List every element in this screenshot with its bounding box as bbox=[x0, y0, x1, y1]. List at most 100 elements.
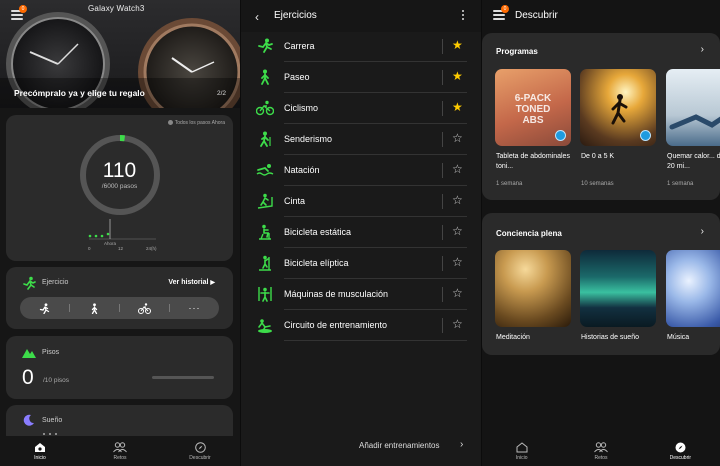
meditation-thumbnail[interactable] bbox=[495, 250, 571, 327]
program-duration: 1 semana bbox=[667, 181, 694, 187]
star-outline-icon[interactable]: ☆ bbox=[452, 255, 463, 269]
thumbnail-overlay-text: 6-PACK TONED ABS bbox=[514, 93, 552, 126]
history-link[interactable]: Ver historial ▶ bbox=[168, 279, 215, 286]
exercise-row[interactable]: Cinta ☆ bbox=[241, 186, 481, 217]
star-outline-icon[interactable]: ☆ bbox=[452, 317, 463, 331]
chevron-right-icon[interactable]: › bbox=[701, 226, 704, 237]
home-icon bbox=[516, 441, 528, 452]
music-thumbnail[interactable] bbox=[666, 250, 720, 327]
treadmill-icon bbox=[257, 193, 273, 209]
exercise-label: Bicicleta estática bbox=[284, 227, 352, 237]
exercise-label: Ciclismo bbox=[284, 103, 319, 113]
star-outline-icon[interactable]: ☆ bbox=[452, 162, 463, 176]
nav-challenges[interactable]: Retos bbox=[561, 436, 640, 466]
steps-value: 110 bbox=[102, 159, 137, 182]
exercise-label: Natación bbox=[284, 165, 320, 175]
chevron-right-icon[interactable]: › bbox=[701, 44, 704, 55]
steps-card[interactable]: Todos los pasos Ahora 110 /6000 pasos Ah… bbox=[6, 115, 233, 261]
workout-silhouette-icon bbox=[669, 114, 720, 130]
more-icon[interactable]: ··· bbox=[170, 297, 219, 319]
exercise-card[interactable]: Ejercicio Ver historial ▶ ··· bbox=[6, 267, 233, 329]
program-caption: De 0 a 5 K bbox=[581, 153, 615, 160]
nav-home[interactable]: Inicio bbox=[482, 436, 561, 466]
steps-goal: /6000 pasos bbox=[101, 183, 138, 190]
people-icon bbox=[594, 441, 608, 452]
floors-card[interactable]: Pisos 0 /10 pisos bbox=[6, 336, 233, 399]
exercise-row[interactable]: Circuito de entrenamiento ☆ bbox=[241, 310, 481, 341]
brand-label: Galaxy Watch3 bbox=[88, 4, 145, 13]
nav-discover[interactable]: Descubrir bbox=[641, 436, 720, 466]
row-divider bbox=[442, 132, 443, 147]
star-filled-icon[interactable]: ★ bbox=[452, 100, 463, 114]
mindfulness-title: Conciencia plena bbox=[496, 229, 562, 238]
exercise-row[interactable]: Natación ☆ bbox=[241, 155, 481, 186]
mindfulness-caption: Meditación bbox=[496, 334, 530, 341]
program-burn-thumbnail[interactable] bbox=[666, 69, 720, 146]
exercises-header: ‹ Ejercicios bbox=[241, 0, 481, 32]
exercise-list: Carrera ★ Paseo ★ Ciclismo ★ Senderismo ☆ Nataci… bbox=[241, 31, 481, 341]
program-abs-thumbnail[interactable]: 6-PACK TONED ABS bbox=[495, 69, 571, 146]
people-icon bbox=[113, 441, 127, 452]
mindfulness-section: Conciencia plena › Meditación Historias … bbox=[482, 213, 720, 355]
exercise-label: Cinta bbox=[284, 196, 306, 206]
bottom-nav: Inicio Retos Descubrir bbox=[482, 436, 720, 466]
running-icon bbox=[23, 276, 36, 290]
mindfulness-caption: Historias de sueño bbox=[581, 334, 639, 341]
nav-challenges[interactable]: Retos bbox=[80, 436, 160, 466]
walking-icon bbox=[261, 69, 269, 85]
star-outline-icon[interactable]: ☆ bbox=[452, 131, 463, 145]
programs-title: Programas bbox=[496, 47, 538, 56]
play-badge-icon bbox=[640, 130, 651, 141]
exercise-label: Máquinas de musculación bbox=[284, 289, 389, 299]
weight-machine-icon bbox=[258, 287, 272, 302]
exercise-row[interactable]: Carrera ★ bbox=[241, 31, 481, 62]
nav-discover[interactable]: Descubrir bbox=[160, 436, 240, 466]
floors-value: 0 bbox=[22, 366, 34, 389]
quick-exercise-bar: ··· bbox=[20, 297, 219, 319]
add-workouts-link[interactable]: Añadir entrenamientos bbox=[359, 441, 440, 450]
mindfulness-caption: Música bbox=[667, 334, 690, 341]
exercise-row[interactable]: Paseo ★ bbox=[241, 62, 481, 93]
chevron-right-icon: › bbox=[460, 439, 464, 450]
exercise-row[interactable]: Bicicleta estática ☆ bbox=[241, 217, 481, 248]
notification-badge: 0 bbox=[501, 5, 509, 13]
quick-running-button[interactable] bbox=[20, 297, 69, 319]
play-arrow-icon: ▶ bbox=[210, 280, 215, 286]
exercise-row[interactable]: Bicicleta elíptica ☆ bbox=[241, 248, 481, 279]
swimming-icon bbox=[256, 164, 274, 176]
nav-home[interactable]: Inicio bbox=[0, 436, 80, 466]
program-5k-thumbnail[interactable] bbox=[580, 69, 656, 146]
exercise-label: Circuito de entrenamiento bbox=[284, 320, 388, 330]
promo-banner[interactable]: 0 Galaxy Watch3 Precómpralo ya y elige t… bbox=[0, 0, 240, 108]
exercise-row[interactable]: Senderismo ☆ bbox=[241, 124, 481, 155]
walking-icon bbox=[91, 302, 98, 314]
exercise-label: Carrera bbox=[284, 41, 315, 51]
axis-end: 24(h) bbox=[146, 246, 157, 251]
home-icon bbox=[35, 442, 45, 452]
exercise-row[interactable]: Ciclismo ★ bbox=[241, 93, 481, 124]
star-outline-icon[interactable]: ☆ bbox=[452, 224, 463, 238]
sleep-title: Sueño bbox=[42, 417, 63, 424]
row-divider bbox=[442, 39, 443, 54]
quick-walking-button[interactable] bbox=[70, 297, 119, 319]
star-filled-icon[interactable]: ★ bbox=[452, 69, 463, 83]
axis-start: 0 bbox=[88, 246, 91, 251]
cycling-icon bbox=[138, 302, 151, 314]
compass-icon bbox=[675, 442, 686, 452]
star-filled-icon[interactable]: ★ bbox=[452, 38, 463, 52]
row-divider bbox=[442, 256, 443, 271]
floors-goal: /10 pisos bbox=[43, 377, 70, 384]
compass-icon bbox=[194, 441, 206, 453]
sleep-stories-thumbnail[interactable] bbox=[580, 250, 656, 327]
row-divider bbox=[442, 194, 443, 209]
exercise-label: Senderismo bbox=[284, 134, 333, 144]
quick-cycling-button[interactable] bbox=[120, 297, 169, 319]
row-divider bbox=[442, 225, 443, 240]
exercise-row[interactable]: Máquinas de musculación ☆ bbox=[241, 279, 481, 310]
more-options-icon[interactable] bbox=[462, 10, 465, 22]
axis-now: Ahora bbox=[104, 241, 117, 246]
program-caption: Tableta de abdominales toni... bbox=[496, 153, 570, 170]
star-outline-icon[interactable]: ☆ bbox=[452, 286, 463, 300]
star-outline-icon[interactable]: ☆ bbox=[452, 193, 463, 207]
back-icon[interactable]: ‹ bbox=[255, 10, 259, 24]
